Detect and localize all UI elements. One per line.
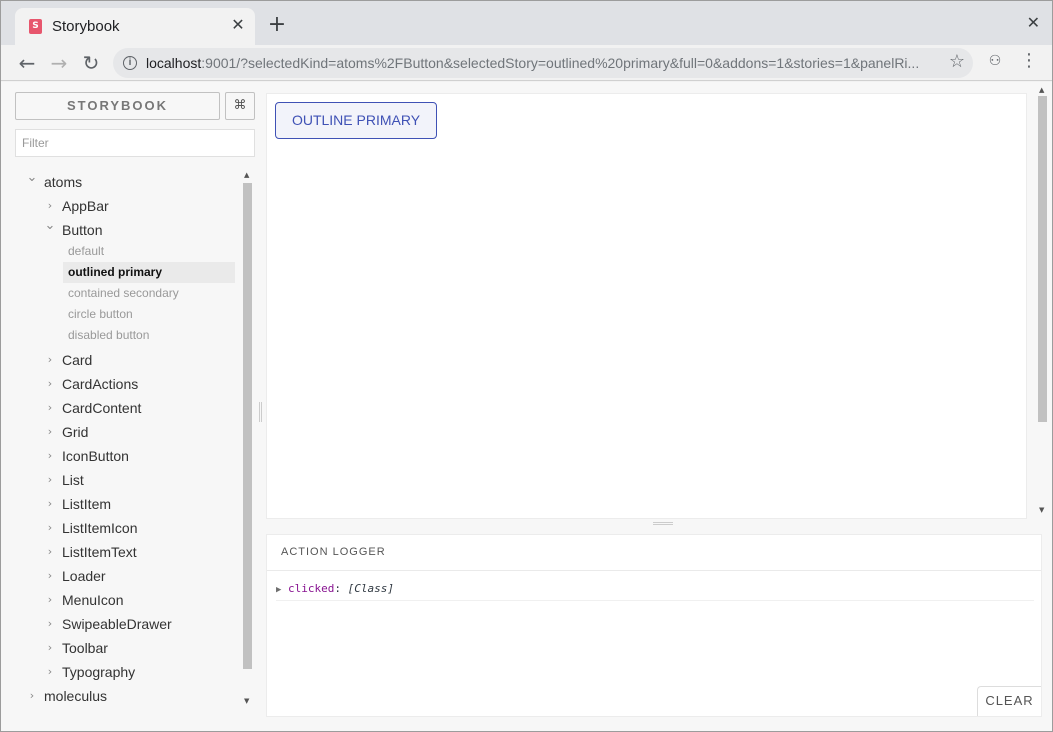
chevron-right-icon: › (47, 377, 53, 390)
tab-strip: S Storybook ✕ + ✕ (1, 1, 1052, 45)
tree-item-swipeabledrawer[interactable]: › SwipeableDrawer (15, 612, 235, 636)
browser-window: S Storybook ✕ + ✕ ← → ↻ i localhost:9001… (0, 0, 1053, 732)
tree-item-cardactions[interactable]: › CardActions (15, 372, 235, 396)
story-item[interactable]: outlined primary (63, 262, 235, 283)
preview-scroll-thumb[interactable] (1038, 96, 1047, 422)
tree-item-label: atoms (44, 174, 83, 190)
chevron-right-icon: › (47, 449, 53, 462)
storybook-header-button[interactable]: STORYBOOK (15, 92, 220, 120)
tree-item-grid[interactable]: › Grid (15, 420, 235, 444)
tree-item-label: AppBar (62, 198, 109, 214)
filter-input[interactable] (15, 129, 255, 157)
tree-item-listitemtext[interactable]: › ListItemText (15, 540, 235, 564)
chevron-right-icon: › (47, 569, 53, 582)
story-item[interactable]: disabled button (63, 325, 235, 346)
tree-item-list[interactable]: › List (15, 468, 235, 492)
back-arrow-icon[interactable]: ← (15, 51, 39, 75)
chevron-right-icon: › (47, 521, 53, 534)
tree-item-label: Button (62, 222, 103, 238)
tab-action-logger[interactable]: ACTION LOGGER (281, 546, 386, 558)
log-key: clicked (288, 582, 335, 595)
preview-scroll-up-icon[interactable]: ▲ (1039, 86, 1044, 94)
tree-item-label: ListItem (62, 496, 112, 512)
bookmark-star-icon[interactable]: ☆ (949, 51, 965, 72)
browser-toolbar: ← → ↻ i localhost:9001/?selectedKind=ato… (1, 45, 1052, 81)
story-item[interactable]: circle button (63, 304, 235, 325)
tree-item-label: List (62, 472, 84, 488)
sidebar-resize-handle[interactable] (259, 402, 262, 422)
tree-item-label: IconButton (62, 448, 129, 464)
new-tab-icon[interactable]: + (266, 14, 288, 36)
storybook-page: STORYBOOK ⌘ ⌄ atoms › AppBar ⌄ Button defaulto… (1, 82, 1052, 731)
tree-item-atoms[interactable]: ⌄ atoms (15, 170, 235, 194)
chevron-down-icon: ⌄ (44, 218, 56, 233)
browser-menu-icon[interactable]: ⋮ (1019, 51, 1039, 71)
tree-item-label: Grid (62, 424, 89, 440)
tree-item-iconbutton[interactable]: › IconButton (15, 444, 235, 468)
reload-icon[interactable]: ↻ (79, 51, 103, 75)
tree-item-label: Toolbar (62, 640, 108, 656)
log-divider (276, 600, 1034, 601)
action-log-row[interactable]: ▶ clicked: [Class] (276, 582, 394, 595)
incognito-extension-icon[interactable]: ⚇ (985, 51, 1005, 71)
storybook-favicon-icon: S (29, 19, 42, 34)
chevron-right-icon: › (29, 689, 35, 702)
tree-item-label: CardContent (62, 400, 142, 416)
tree-item-label: Typography (62, 664, 136, 680)
tree-item-typography[interactable]: › Typography (15, 660, 235, 684)
tree-item-label: SwipeableDrawer (62, 616, 172, 632)
tree-item-cardcontent[interactable]: › CardContent (15, 396, 235, 420)
window-close-icon[interactable]: ✕ (1027, 13, 1040, 32)
chevron-right-icon: › (47, 617, 53, 630)
preview-scroll-down-icon[interactable]: ▼ (1039, 506, 1044, 514)
chevron-right-icon: › (47, 665, 53, 678)
story-preview: OUTLINE PRIMARY (266, 93, 1027, 519)
clear-button[interactable]: CLEAR (977, 686, 1041, 716)
shortcuts-button[interactable]: ⌘ (225, 92, 255, 120)
tab-close-icon[interactable]: ✕ (229, 16, 247, 34)
tab-title: Storybook (52, 18, 120, 35)
tree-item-listitem[interactable]: › ListItem (15, 492, 235, 516)
sidebar-scroll-thumb[interactable] (243, 183, 252, 669)
outline-primary-button[interactable]: OUTLINE PRIMARY (275, 102, 437, 139)
panel-divider (267, 570, 1041, 571)
site-info-icon[interactable]: i (123, 56, 137, 70)
forward-arrow-icon[interactable]: → (47, 51, 71, 75)
browser-tab[interactable]: S Storybook ✕ (15, 8, 255, 45)
tree-item-label: ListItemText (62, 544, 137, 560)
tree-item-button[interactable]: ⌄ Button (15, 218, 235, 242)
url-text[interactable]: localhost:9001/?selectedKind=atoms%2FBut… (146, 55, 936, 71)
chevron-down-icon: ⌄ (26, 170, 38, 185)
scroll-down-icon[interactable]: ▼ (244, 697, 249, 705)
log-value: [Class] (347, 582, 395, 595)
chevron-right-icon: › (47, 497, 53, 510)
chevron-right-icon: › (47, 425, 53, 438)
story-item[interactable]: contained secondary (63, 283, 235, 304)
tree-item-label: MenuIcon (62, 592, 124, 608)
tree-item-label: ListItemIcon (62, 520, 138, 536)
tree-item-listitemicon[interactable]: › ListItemIcon (15, 516, 235, 540)
tree-item-card[interactable]: › Card (15, 348, 235, 372)
tree-item-menuicon[interactable]: › MenuIcon (15, 588, 235, 612)
chevron-right-icon: › (47, 545, 53, 558)
tree-item-toolbar[interactable]: › Toolbar (15, 636, 235, 660)
chevron-right-icon: › (47, 353, 53, 366)
addon-panel: ACTION LOGGER ▶ clicked: [Class] CLEAR (266, 534, 1042, 717)
tree-item-label: Loader (62, 568, 106, 584)
expand-triangle-icon[interactable]: ▶ (276, 585, 281, 595)
tree-item-moleculus[interactable]: › moleculus (15, 684, 235, 708)
chevron-right-icon: › (47, 593, 53, 606)
panel-resize-handle[interactable] (653, 522, 673, 525)
tree-item-loader[interactable]: › Loader (15, 564, 235, 588)
stories-tree: ⌄ atoms › AppBar ⌄ Button default outlined prim… (15, 170, 241, 710)
story-item[interactable]: default (63, 241, 235, 262)
chevron-right-icon: › (47, 401, 53, 414)
scroll-up-icon[interactable]: ▲ (244, 171, 249, 179)
chevron-right-icon: › (47, 473, 53, 486)
address-bar[interactable]: i localhost:9001/?selectedKind=atoms%2FB… (113, 48, 973, 78)
tree-item-label: CardActions (62, 376, 139, 392)
chevron-right-icon: › (47, 641, 53, 654)
tree-item-label: Card (62, 352, 93, 368)
tree-item-label: moleculus (44, 688, 108, 704)
